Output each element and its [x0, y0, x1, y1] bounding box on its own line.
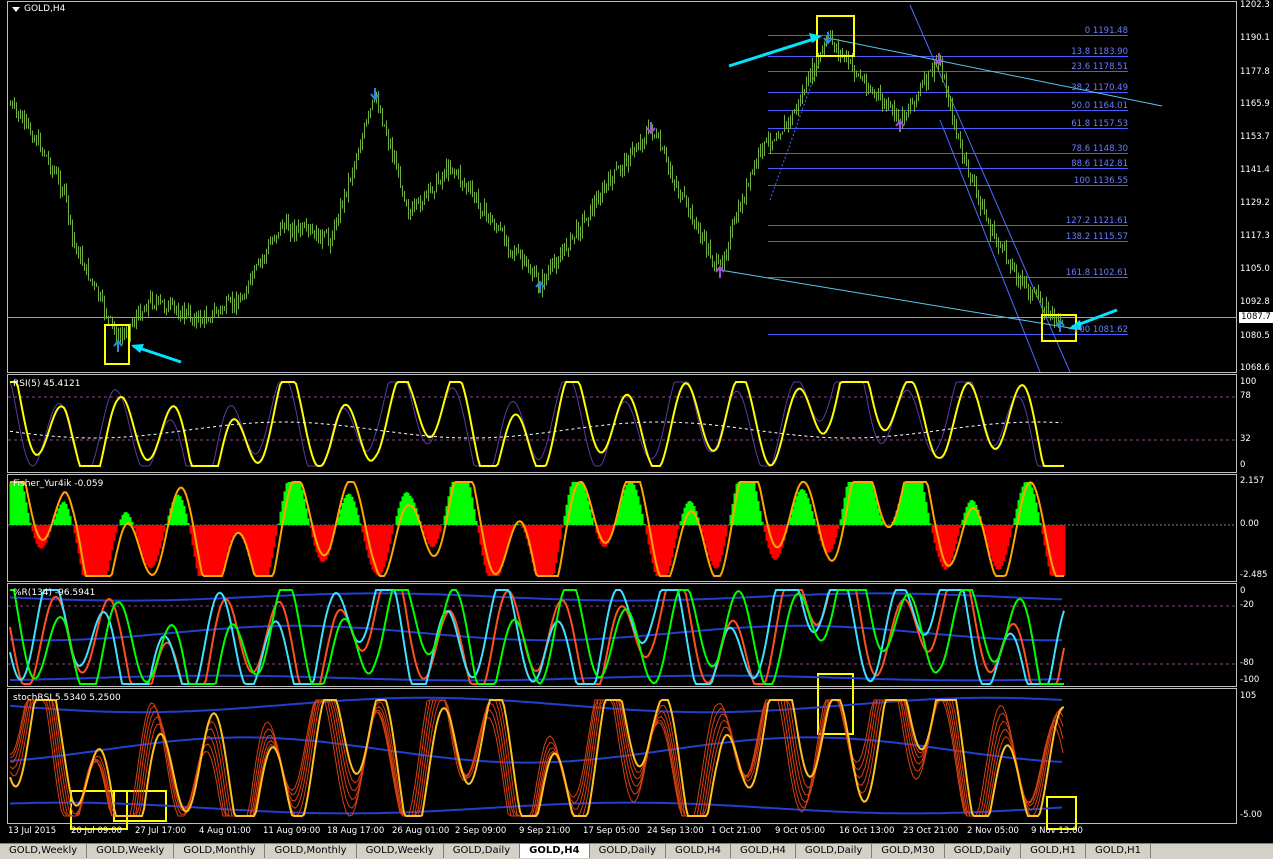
date-axis-label: 9 Oct 05:00	[775, 826, 826, 836]
fractal-down-arrow-icon	[370, 88, 380, 101]
annotation-arrow[interactable]	[728, 36, 818, 68]
date-axis-label: 26 Aug 01:00	[392, 826, 450, 836]
chart-tab[interactable]: GOLD,Monthly	[265, 844, 357, 858]
price-axis-label: 1080.5	[1240, 330, 1270, 341]
rsi-axis-label: 78	[1240, 391, 1251, 401]
date-axis-label: 18 Aug 17:00	[327, 826, 385, 836]
impulse-line	[769, 37, 829, 201]
date-axis-label: 16 Oct 13:00	[839, 826, 895, 836]
date-axis-label: 1 Oct 21:00	[711, 826, 762, 836]
date-axis-label: 24 Sep 13:00	[647, 826, 704, 836]
fib-level-label: 13.8 1183.90	[1071, 46, 1128, 57]
fisher-axis-label: 0.00	[1240, 519, 1259, 529]
price-axis-label: 1068.6	[1240, 363, 1270, 373]
date-axis-label: 9 Nov 13:00	[1031, 826, 1083, 836]
annotation-arrow-head	[809, 33, 822, 43]
chart-tab[interactable]: GOLD,H1	[1086, 844, 1151, 858]
chart-tab[interactable]: GOLD,H1	[1021, 844, 1087, 858]
chart-tab[interactable]: GOLD,Daily	[444, 844, 521, 858]
annotation-box[interactable]	[1046, 796, 1077, 830]
chart-tab[interactable]: GOLD,Daily	[796, 844, 873, 858]
fib-level-label: 138.2 1115.57	[1065, 231, 1128, 242]
main-pane-label: GOLD,H4	[24, 4, 66, 14]
fib-level-label: 100 1136.55	[1073, 175, 1128, 186]
wpr-line-fast	[9, 589, 1065, 685]
chart-tab-bar: GOLD,Weekly GOLD,Weekly GOLD,Monthly GOLD,M…	[0, 843, 1273, 859]
chart-tab[interactable]: GOLD,H4	[731, 844, 796, 858]
chart-tab[interactable]: GOLD,Monthly	[174, 844, 266, 858]
chart-tab[interactable]: GOLD,Weekly	[87, 844, 175, 858]
stochrsi-line	[9, 699, 1065, 817]
chart-tab[interactable]: GOLD,Weekly	[357, 844, 444, 858]
price-axis-label: 1165.9	[1240, 98, 1270, 109]
price-axis-label: 1092.8	[1240, 297, 1270, 308]
fib-level-label: 127.2 1121.61	[1065, 215, 1128, 226]
price-bars	[10, 30, 1063, 347]
date-axis-label: 2 Sep 09:00	[455, 826, 507, 836]
wpr-label: %R(134) -96.5941	[13, 588, 96, 598]
fib-level-label: 38.2 1170.49	[1071, 82, 1128, 93]
chart-tab[interactable]: GOLD,Daily	[945, 844, 1022, 858]
rsi-line	[10, 381, 1064, 467]
dropdown-arrow-icon[interactable]	[12, 7, 20, 12]
price-axis-label: 1129.2	[1240, 198, 1270, 209]
date-axis-label: 23 Oct 21:00	[903, 826, 959, 836]
date-axis-label: 11 Aug 09:00	[263, 826, 321, 836]
date-axis-label: 13 Jul 2015	[8, 826, 57, 836]
rsi-axis-label: 100	[1240, 377, 1257, 387]
price-axis-label: 1202.3	[1240, 0, 1270, 10]
rsi-signal-line	[9, 381, 1065, 467]
chart-window[interactable]: GOLD,H4 RSI(5) 45.4121 Fisher_Yur4ik -0.…	[0, 0, 1273, 843]
date-axis-label: 4 Aug 01:00	[199, 826, 251, 836]
rsi-axis-label: 0	[1240, 460, 1246, 470]
fib-level-label: 200 1081.62	[1073, 324, 1128, 335]
fisher-label: Fisher_Yur4ik -0.059	[13, 479, 104, 489]
fib-level-label: 161.8 1102.61	[1065, 267, 1128, 278]
current-price-marker: 1087.7	[1239, 312, 1273, 323]
chart-tab[interactable]: GOLD,H4	[666, 844, 731, 858]
price-axis-label: 1141.4	[1240, 165, 1270, 176]
rsi-axis-label: 32	[1240, 434, 1251, 444]
chart-tab[interactable]: GOLD,Weekly	[0, 844, 88, 858]
chart-tab[interactable]: GOLD,M30	[872, 844, 945, 858]
fractal-arrows	[113, 32, 1065, 352]
price-axis-label: 1105.0	[1240, 264, 1270, 275]
wpr-axis-label: -20	[1240, 600, 1254, 610]
stochrsi-axis-label: -5.00	[1240, 810, 1262, 820]
fib-level-label: 78.6 1148.30	[1071, 143, 1128, 154]
wpr-axis-label: -80	[1240, 658, 1254, 668]
rsi-ma-line	[9, 421, 1063, 439]
stochrsi-axis-label: 105	[1240, 691, 1257, 701]
chart-tab[interactable]: GOLD,H4	[520, 844, 590, 858]
fisher-axis-label: -2.485	[1240, 570, 1268, 580]
chart-tab[interactable]: GOLD,Daily	[590, 844, 666, 858]
rsi-label: RSI(5) 45.4121	[13, 379, 81, 389]
date-axis-label: 17 Sep 05:00	[583, 826, 640, 836]
trendline-support[interactable]	[719, 269, 1071, 329]
price-axis-label: 1190.1	[1240, 33, 1270, 44]
stochrsi-label: stochRSI 5.5340 5.2500	[13, 693, 121, 703]
date-axis-label: 2 Nov 05:00	[967, 826, 1019, 836]
wpr-axis-label: -100	[1240, 675, 1260, 685]
fib-level-label: 23.6 1178.51	[1071, 61, 1128, 72]
fib-level-label: 88.6 1142.81	[1071, 158, 1128, 169]
fib-level-label: 61.8 1157.53	[1071, 118, 1128, 129]
price-axis-label: 1117.3	[1240, 230, 1270, 241]
fib-level-label: 50.0 1164.01	[1071, 100, 1128, 111]
date-axis-label: 20 Jul 09:00	[71, 826, 122, 836]
fib-level-label: 0 1191.48	[1084, 25, 1128, 36]
price-axis-label: 1153.7	[1240, 131, 1270, 142]
date-axis-label: 27 Jul 17:00	[135, 826, 186, 836]
indicator-series	[9, 381, 1066, 817]
price-axis-label: 1177.8	[1240, 66, 1270, 77]
wpr-axis-label: 0	[1240, 586, 1246, 596]
date-axis-label: 9 Sep 21:00	[519, 826, 571, 836]
fisher-axis-label: 2.157	[1240, 476, 1265, 486]
